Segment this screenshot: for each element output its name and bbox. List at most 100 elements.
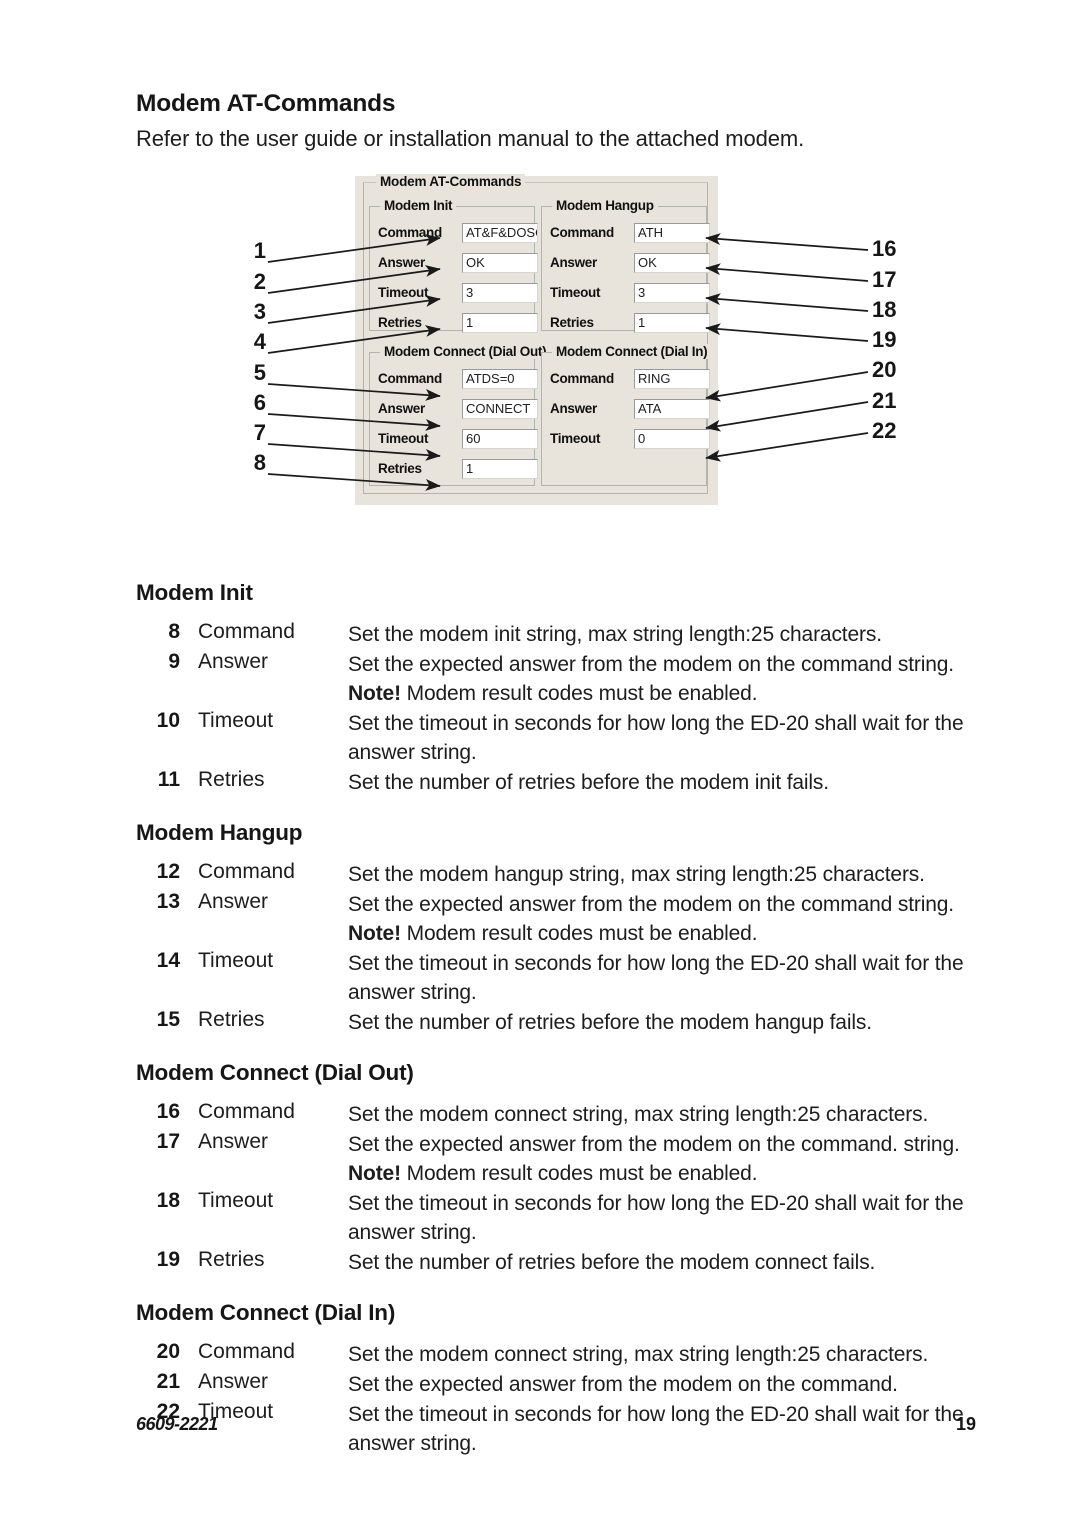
definition-number: 10 — [156, 709, 180, 732]
definition-term: Retries — [198, 768, 265, 791]
definition-description: Set the timeout in seconds for how long … — [348, 1403, 964, 1455]
definition-description: Set the number of retries before the mod… — [348, 771, 829, 794]
page-title: Modem AT-Commands — [136, 90, 396, 117]
field-input-answer[interactable]: ATA — [634, 399, 710, 419]
definition-number: 16 — [156, 1100, 180, 1123]
definition-description: Set the expected answer from the modem o… — [348, 653, 954, 705]
definition-term: Timeout — [198, 1189, 274, 1212]
field-row: Command ATH — [550, 223, 710, 245]
panel-modem-connect-dial-out: Modem Connect (Dial Out) Command ATDS=0 Ans… — [369, 344, 551, 486]
field-label-command: Command — [378, 225, 442, 240]
definition-number: 12 — [156, 860, 180, 883]
panel-modem-init: Modem Init Command AT&F&DOSO Answer OK Timeou… — [369, 198, 538, 333]
footer-document-number: 6609-2221 — [136, 1414, 218, 1434]
section-title: Modem Init — [136, 580, 253, 605]
definition-number: 14 — [156, 949, 180, 972]
callout-number-right-22: 22 — [872, 418, 897, 443]
definition-term: Command — [198, 860, 295, 883]
field-input-retries[interactable]: 1 — [462, 313, 538, 333]
callout-number-left-7: 7 — [253, 420, 266, 445]
field-row: Answer OK — [550, 253, 710, 275]
field-row: Timeout 60 — [378, 429, 538, 451]
field-input-timeout[interactable]: 0 — [634, 429, 710, 449]
panel-title: Modem Connect (Dial Out) — [380, 344, 551, 359]
callout-number-right-21: 21 — [872, 388, 897, 413]
definition-term: Answer — [198, 1370, 269, 1393]
field-label-retries: Retries — [550, 315, 594, 330]
field-input-answer[interactable]: OK — [462, 253, 538, 273]
definition-number: 15 — [156, 1008, 180, 1031]
definition-number: 11 — [157, 768, 180, 791]
definition-description: Set the modem connect string, max string… — [348, 1103, 929, 1126]
panel-modem-connect-dial-in: Modem Connect (Dial In) Command RING Answer… — [541, 344, 712, 486]
field-input-retries[interactable]: 1 — [634, 313, 710, 333]
field-row: Timeout 0 — [550, 429, 710, 451]
field-label-timeout: Timeout — [378, 285, 429, 300]
field-label-retries: Retries — [378, 461, 422, 476]
intro-paragraph: Refer to the user guide or installation … — [136, 126, 805, 151]
field-row: Command RING — [550, 369, 710, 391]
definition-term: Retries — [198, 1248, 265, 1271]
definition-description: Set the timeout in seconds for how long … — [348, 1192, 964, 1244]
definition-number: 20 — [156, 1340, 180, 1363]
field-row: Retries 1 — [550, 313, 710, 335]
callout-number-left-4: 4 — [253, 329, 266, 354]
definition-number: 19 — [156, 1248, 180, 1271]
definition-description: Set the expected answer from the modem o… — [348, 893, 954, 945]
field-label-retries: Retries — [378, 315, 422, 330]
field-input-command[interactable]: ATDS=0 — [462, 369, 538, 389]
definition-description: Set the timeout in seconds for how long … — [348, 712, 964, 764]
callout-number-left-3: 3 — [253, 299, 266, 324]
definition-number: 17 — [156, 1130, 180, 1153]
definition-description: Set the number of retries before the mod… — [348, 1011, 872, 1034]
definition-description: Set the expected answer from the modem o… — [348, 1133, 960, 1185]
field-label-timeout: Timeout — [378, 431, 429, 446]
panel-modem-hangup: Modem Hangup Command ATH Answer OK Timeout 3 Re… — [541, 198, 710, 333]
field-input-command[interactable]: AT&F&DOSO — [462, 223, 538, 243]
definition-description: Set the modem init string, max string le… — [348, 623, 882, 646]
definition-term: Timeout — [198, 709, 274, 732]
callout-number-left-5: 5 — [253, 360, 266, 385]
field-label-command: Command — [378, 371, 442, 386]
field-input-command[interactable]: RING — [634, 369, 710, 389]
definition-number: 18 — [156, 1189, 180, 1212]
field-row: Retries 1 — [378, 313, 538, 335]
field-label-answer: Answer — [550, 401, 597, 416]
field-input-timeout[interactable]: 3 — [634, 283, 710, 303]
definition-term: Command — [198, 1100, 295, 1123]
definition-description: Set the modem connect string, max string… — [348, 1343, 929, 1366]
field-input-command[interactable]: ATH — [634, 223, 710, 243]
field-row: Answer CONNECT — [378, 399, 538, 421]
field-row: Command ATDS=0 — [378, 369, 538, 391]
field-input-retries[interactable]: 1 — [462, 459, 538, 479]
field-label-answer: Answer — [378, 255, 425, 270]
field-row: Answer ATA — [550, 399, 710, 421]
definition-number: 8 — [168, 620, 180, 643]
panel-title: Modem Init — [380, 198, 457, 213]
definition-term: Command — [198, 620, 295, 643]
definition-term: Answer — [198, 650, 269, 673]
document-page: Modem AT-Commands Refer to the user guid… — [0, 0, 1080, 1528]
section-title: Modem Connect (Dial Out) — [136, 1060, 414, 1085]
panel-title: Modem Hangup — [552, 198, 658, 213]
definition-number: 9 — [168, 650, 180, 673]
definition-term: Answer — [198, 1130, 269, 1153]
field-label-answer: Answer — [550, 255, 597, 270]
footer-page-number: 19 — [955, 1414, 976, 1434]
definition-description: Set the modem hangup string, max string … — [348, 863, 925, 886]
field-row: Retries 1 — [378, 459, 538, 481]
field-input-answer[interactable]: CONNECT — [462, 399, 538, 419]
field-input-timeout[interactable]: 3 — [462, 283, 538, 303]
section-title: Modem Connect (Dial In) — [136, 1300, 396, 1325]
field-label-timeout: Timeout — [550, 285, 601, 300]
definition-description: Set the expected answer from the modem o… — [348, 1373, 898, 1396]
field-input-answer[interactable]: OK — [634, 253, 710, 273]
definition-description: Set the number of retries before the mod… — [348, 1251, 876, 1274]
callout-number-right-20: 20 — [872, 357, 897, 382]
callout-number-right-17: 17 — [872, 267, 897, 292]
callout-number-left-2: 2 — [253, 269, 266, 294]
field-label-timeout: Timeout — [550, 431, 601, 446]
callout-number-right-19: 19 — [872, 327, 897, 352]
field-row: Timeout 3 — [378, 283, 538, 305]
field-input-timeout[interactable]: 60 — [462, 429, 538, 449]
